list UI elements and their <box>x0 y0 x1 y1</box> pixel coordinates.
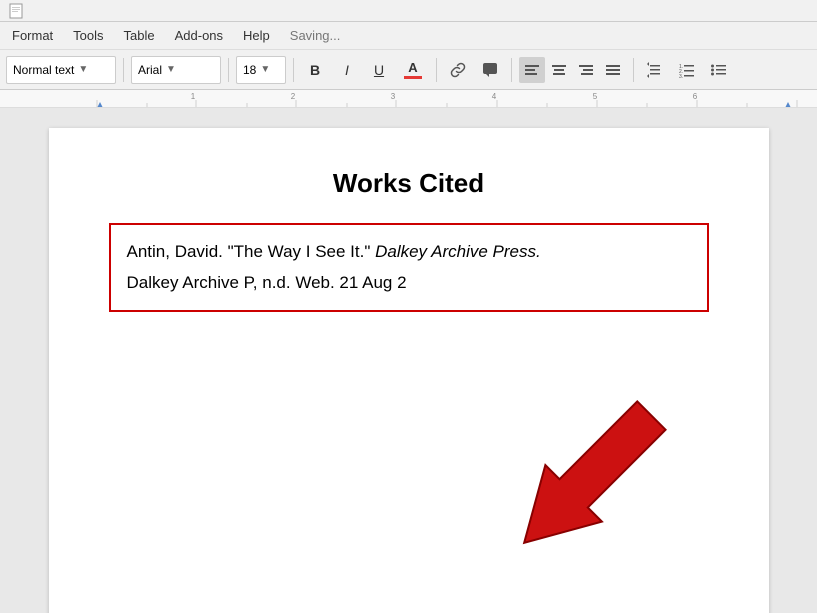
align-justify-button[interactable] <box>600 57 626 83</box>
style-dropdown-value: Normal text <box>13 63 74 77</box>
size-dropdown-value: 18 <box>243 63 256 77</box>
align-left-button[interactable] <box>519 57 545 83</box>
bold-button[interactable]: B <box>301 56 329 84</box>
separator-6 <box>633 58 634 82</box>
separator-1 <box>123 58 124 82</box>
svg-text:3.: 3. <box>679 74 683 79</box>
menu-bar: Format Tools Table Add-ons Help Saving..… <box>0 22 817 50</box>
font-dropdown-arrow: ▼ <box>166 64 176 75</box>
svg-text:3: 3 <box>391 92 396 101</box>
font-color-button[interactable]: A <box>397 56 429 84</box>
page: Works Cited Antin, David. "The Way I See… <box>49 128 769 613</box>
font-dropdown[interactable]: Arial ▼ <box>131 56 221 84</box>
font-dropdown-value: Arial <box>138 63 162 77</box>
svg-text:4: 4 <box>492 92 497 101</box>
svg-text:6: 6 <box>693 92 698 101</box>
size-dropdown[interactable]: 18 ▼ <box>236 56 286 84</box>
citation-box: Antin, David. "The Way I See It." Dalkey… <box>109 223 709 312</box>
font-color-bar <box>404 76 422 79</box>
citation-line-2: Dalkey Archive P, n.d. Web. 21 Aug 2 <box>127 268 691 299</box>
svg-text:2: 2 <box>291 92 296 101</box>
menu-addons[interactable]: Add-ons <box>167 24 231 47</box>
separator-5 <box>511 58 512 82</box>
bullet-list-button[interactable] <box>705 56 733 84</box>
menu-help[interactable]: Help <box>235 24 278 47</box>
ruler: 1 2 3 4 5 6 <box>0 90 817 108</box>
separator-3 <box>293 58 294 82</box>
citation-line1-italic: Dalkey Archive Press. <box>375 242 541 261</box>
align-right-button[interactable] <box>573 57 599 83</box>
style-dropdown-arrow: ▼ <box>78 64 88 75</box>
menu-table[interactable]: Table <box>116 24 163 47</box>
numbered-list-button[interactable]: 1.2.3. <box>673 56 701 84</box>
align-center-button[interactable] <box>546 57 572 83</box>
doc-icon <box>8 3 24 19</box>
italic-button[interactable]: I <box>333 56 361 84</box>
separator-2 <box>228 58 229 82</box>
style-dropdown[interactable]: Normal text ▼ <box>6 56 116 84</box>
toolbar: Normal text ▼ Arial ▼ 18 ▼ B I U A <box>0 50 817 90</box>
line-spacing-button[interactable] <box>641 56 669 84</box>
citation-line1-plain: Antin, David. "The Way I See It." <box>127 242 376 261</box>
separator-4 <box>436 58 437 82</box>
document-area: Works Cited Antin, David. "The Way I See… <box>0 108 817 613</box>
saving-status: Saving... <box>290 28 341 43</box>
citation-line-1: Antin, David. "The Way I See It." Dalkey… <box>127 237 691 268</box>
menu-format[interactable]: Format <box>4 24 61 47</box>
link-button[interactable] <box>444 56 472 84</box>
size-dropdown-arrow: ▼ <box>260 64 270 75</box>
comment-button[interactable] <box>476 56 504 84</box>
align-buttons <box>519 57 626 83</box>
document-title: Works Cited <box>109 168 709 199</box>
svg-text:1: 1 <box>191 92 196 101</box>
title-bar <box>0 0 817 22</box>
arrow-annotation <box>469 318 749 598</box>
font-color-letter: A <box>408 60 417 75</box>
svg-text:5: 5 <box>593 92 598 101</box>
menu-tools[interactable]: Tools <box>65 24 111 47</box>
underline-button[interactable]: U <box>365 56 393 84</box>
